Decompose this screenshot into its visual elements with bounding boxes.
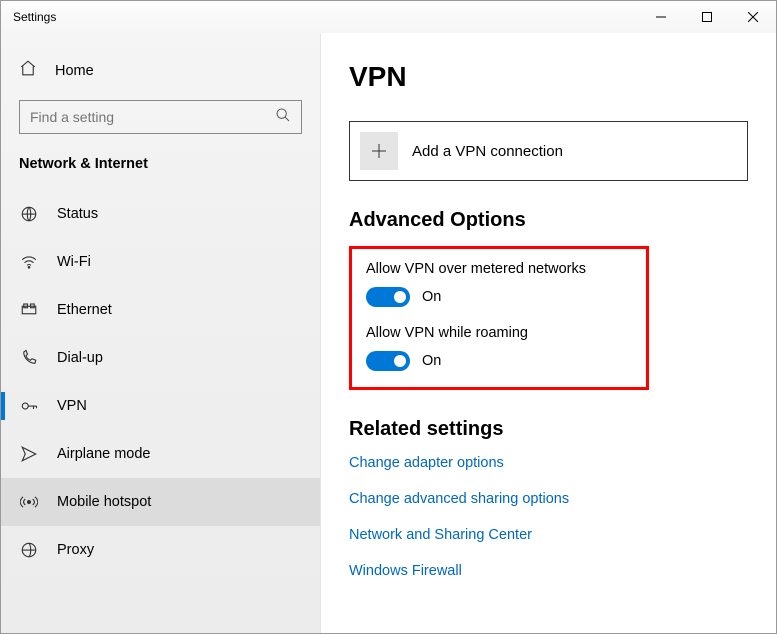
titlebar: Settings <box>1 1 776 33</box>
home-button[interactable]: Home <box>1 51 320 100</box>
nav-label: Mobile hotspot <box>57 494 151 510</box>
advanced-options-highlight: Allow VPN over metered networks On Allow… <box>349 246 649 390</box>
home-icon <box>19 59 37 82</box>
nav-label: Proxy <box>57 542 94 558</box>
dialup-icon <box>19 348 39 368</box>
related-settings-header: Related settings <box>349 418 748 441</box>
page-title: VPN <box>349 61 748 93</box>
main-panel: VPN Add a VPN connection Advanced Option… <box>321 33 776 633</box>
add-vpn-label: Add a VPN connection <box>412 143 563 160</box>
nav-label: Airplane mode <box>57 446 151 462</box>
minimize-button[interactable] <box>638 1 684 33</box>
nav-item-status[interactable]: Status <box>1 190 320 238</box>
search-input[interactable] <box>30 109 275 125</box>
hotspot-icon <box>19 492 39 512</box>
toggle-roaming-switch[interactable] <box>366 351 410 371</box>
ethernet-icon <box>19 300 39 320</box>
nav-item-ethernet[interactable]: Ethernet <box>1 286 320 334</box>
search-icon <box>275 107 291 128</box>
wifi-icon <box>19 252 39 272</box>
nav-item-vpn[interactable]: VPN <box>1 382 320 430</box>
sidebar: Home Network & Internet Status Wi-Fi Eth… <box>1 33 321 633</box>
toggle-label: Allow VPN over metered networks <box>366 261 632 277</box>
nav-item-airplane[interactable]: Airplane mode <box>1 430 320 478</box>
nav-item-hotspot[interactable]: Mobile hotspot <box>1 478 320 526</box>
toggle-roaming: Allow VPN while roaming On <box>366 325 632 371</box>
link-advanced-sharing[interactable]: Change advanced sharing options <box>349 491 748 507</box>
window-buttons <box>638 1 776 33</box>
search-box[interactable] <box>19 100 302 134</box>
window-title: Settings <box>1 10 56 24</box>
nav-label: Wi-Fi <box>57 254 91 270</box>
airplane-icon <box>19 444 39 464</box>
nav-label: Dial-up <box>57 350 103 366</box>
advanced-options-header: Advanced Options <box>349 209 748 232</box>
close-button[interactable] <box>730 1 776 33</box>
nav-label: Ethernet <box>57 302 112 318</box>
toggle-metered-switch[interactable] <box>366 287 410 307</box>
nav-label: Status <box>57 206 98 222</box>
nav-item-proxy[interactable]: Proxy <box>1 526 320 574</box>
toggle-metered: Allow VPN over metered networks On <box>366 261 632 307</box>
maximize-button[interactable] <box>684 1 730 33</box>
add-vpn-button[interactable]: Add a VPN connection <box>349 121 748 181</box>
home-label: Home <box>55 63 94 79</box>
nav-label: VPN <box>57 398 87 414</box>
nav-item-dialup[interactable]: Dial-up <box>1 334 320 382</box>
proxy-icon <box>19 540 39 560</box>
toggle-state: On <box>422 289 441 305</box>
section-header: Network & Internet <box>1 156 320 190</box>
link-network-sharing-center[interactable]: Network and Sharing Center <box>349 527 748 543</box>
status-icon <box>19 204 39 224</box>
toggle-label: Allow VPN while roaming <box>366 325 632 341</box>
related-links: Change adapter options Change advanced s… <box>349 455 748 579</box>
toggle-state: On <box>422 353 441 369</box>
vpn-icon <box>19 396 39 416</box>
link-adapter-options[interactable]: Change adapter options <box>349 455 748 471</box>
nav-item-wifi[interactable]: Wi-Fi <box>1 238 320 286</box>
nav-list: Status Wi-Fi Ethernet Dial-up VPN Airpla… <box>1 190 320 574</box>
plus-icon <box>360 132 398 170</box>
link-windows-firewall[interactable]: Windows Firewall <box>349 563 748 579</box>
